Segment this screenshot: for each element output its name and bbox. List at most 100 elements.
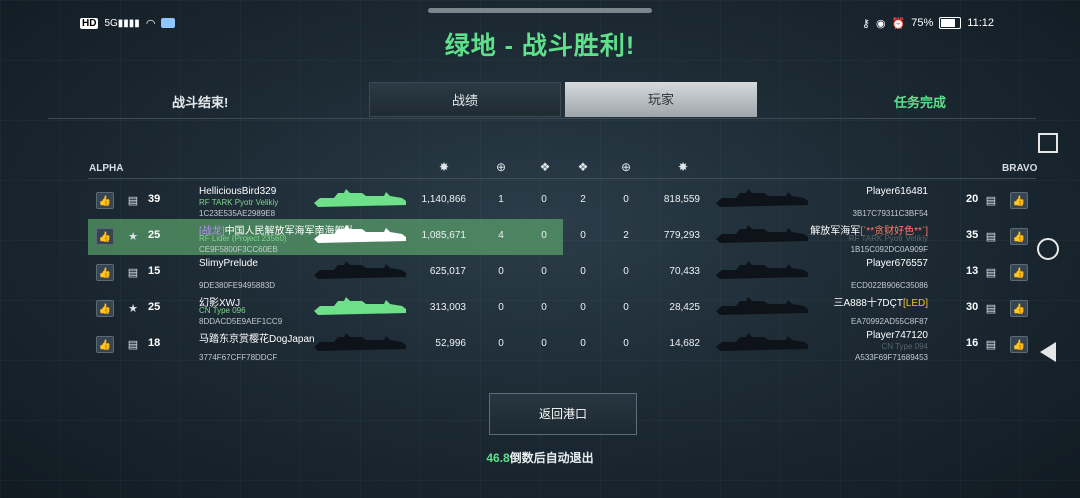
player-level: 18 — [148, 337, 161, 349]
countdown-text: 46.8倒数后自动退出 — [0, 449, 1080, 466]
ship-silhouette — [314, 261, 406, 279]
ship-silhouette — [716, 333, 808, 351]
ship-silhouette — [716, 189, 808, 207]
damage-value: 70,433 — [669, 266, 700, 277]
mission-complete-label[interactable]: 任务完成 — [894, 92, 946, 111]
ship-silhouette — [314, 189, 406, 207]
kills-value: 2 — [623, 230, 629, 241]
player-row: 👍 ▤ 18 马踏东京赏樱花DogJapan 3774F67CFF78DDCF 52,99… — [88, 327, 1036, 363]
player-level: 15 — [148, 265, 161, 277]
nav-home-button[interactable] — [1028, 238, 1068, 260]
like-button[interactable]: 👍 — [96, 336, 114, 353]
nav-back-button[interactable] — [1028, 342, 1068, 362]
damage-icon: ✸ — [438, 160, 450, 174]
kills-value: 0 — [498, 266, 504, 277]
nav-recents-button[interactable] — [1028, 133, 1068, 153]
player-level: 25 — [148, 301, 161, 313]
stat-value: 0 — [541, 230, 547, 241]
shield-icon: ❖ — [539, 160, 551, 174]
ship-silhouette — [716, 297, 808, 315]
ship-name: RF Lider (Project 23560) — [199, 234, 287, 243]
chevron-icon: ▤ — [127, 267, 139, 279]
like-button[interactable]: 👍 — [96, 300, 114, 317]
tab-stats[interactable]: 战绩 — [369, 82, 561, 117]
target-icon: ⊕ — [620, 160, 632, 174]
player-level: 13 — [966, 265, 979, 277]
player-level: 20 — [966, 193, 979, 205]
medal-icon: ▤ — [127, 195, 139, 207]
player-id: EA70992AD55C8F87 — [851, 317, 928, 326]
header-divider — [88, 178, 1036, 179]
player-row: 👍 ★ 25 [战龙]中国人民解放军海军南海舰队 RF Lider (Project 2… — [88, 219, 1036, 255]
like-button[interactable]: 👍 — [1010, 228, 1028, 245]
rank-icon: ▤ — [985, 303, 997, 315]
player-level: 16 — [966, 337, 979, 349]
ship-silhouette — [716, 261, 808, 279]
tab-bar: 战斗结束! 战绩 玩家 任务完成 — [48, 82, 1036, 119]
kills-value: 0 — [623, 194, 629, 205]
stat-value: 0 — [580, 230, 586, 241]
player-id: A533F69F71689453 — [855, 353, 928, 362]
player-id: 3774F67CFF78DDCF — [199, 353, 278, 362]
stars-icon: ★ — [128, 303, 138, 315]
damage-value: 52,996 — [435, 338, 466, 349]
like-button[interactable]: 👍 — [96, 264, 114, 281]
target-icon: ⊕ — [495, 160, 507, 174]
damage-value: 28,425 — [669, 302, 700, 313]
player-id: 1B15C092DC0A909F — [850, 245, 928, 254]
player-row: 👍 ★ 25 幻影XWJ CN Type 096 8DDACD5E9AEF1CC9 313,… — [88, 291, 1036, 327]
kills-value: 4 — [498, 230, 504, 241]
player-name: 马踏东京赏樱花DogJapan — [199, 334, 315, 345]
stat-value: 0 — [580, 302, 586, 313]
player-id: 8DDACD5E9AEF1CC9 — [199, 317, 283, 326]
square-icon — [1038, 133, 1058, 153]
ship-name: CN Type 096 — [199, 306, 246, 315]
team-alpha-label: ALPHA — [89, 163, 124, 174]
ship-silhouette — [716, 225, 808, 243]
like-button[interactable]: 👍 — [1010, 264, 1028, 281]
ship-silhouette — [314, 333, 406, 351]
player-level: 25 — [148, 229, 161, 241]
player-id: ECD022B906C35086 — [851, 281, 928, 290]
page-title: 绿地 - 战斗胜利! — [444, 32, 636, 60]
like-button[interactable]: 👍 — [96, 228, 114, 245]
return-port-button[interactable]: 返回港口 — [489, 393, 637, 435]
damage-value: 625,017 — [429, 266, 466, 277]
notch-handle — [428, 8, 652, 13]
stat-value: 0 — [580, 338, 586, 349]
damage-value: 313,003 — [429, 302, 466, 313]
countdown-value: 46.8 — [486, 451, 510, 465]
player-row: 👍 ▤ 39 HelliciousBird329 RF TARK Pyotr Velik… — [88, 183, 1036, 219]
player-name: HelliciousBird329 — [199, 186, 277, 197]
tab-players[interactable]: 玩家 — [565, 82, 757, 117]
player-row: 👍 ▤ 15 SlimyPrelude 9DE380FE9495883D 625,017 0… — [88, 255, 1036, 291]
damage-value: 1,140,866 — [421, 194, 467, 205]
kills-value: 0 — [623, 338, 629, 349]
player-level: 30 — [966, 301, 979, 313]
stat-value: 2 — [580, 194, 586, 205]
like-button[interactable]: 👍 — [1010, 300, 1028, 317]
ship-silhouette — [314, 297, 406, 315]
stat-value: 0 — [541, 338, 547, 349]
rank-icon: ▤ — [985, 339, 997, 351]
clan-tag: [LED] — [902, 298, 928, 309]
player-name: Player616481 — [866, 186, 928, 197]
player-id: 3B17C79311C3BF54 — [852, 209, 928, 218]
circle-icon — [1037, 238, 1059, 260]
ship-name: RF TARK Pyotr Velikiy — [199, 198, 279, 207]
like-button[interactable]: 👍 — [96, 192, 114, 209]
kills-value: 1 — [498, 194, 504, 205]
kills-value: 0 — [623, 302, 629, 313]
like-button[interactable]: 👍 — [1010, 336, 1028, 353]
kills-value: 0 — [498, 302, 504, 313]
damage-value: 779,293 — [663, 230, 700, 241]
player-name: SlimyPrelude — [199, 258, 258, 269]
kills-value: 0 — [623, 266, 629, 277]
back-icon — [1040, 342, 1056, 362]
damage-value: 818,559 — [663, 194, 700, 205]
ship-name: CN Type 094 — [881, 342, 928, 351]
player-id: 1C23E535AE2989E8 — [199, 209, 276, 218]
player-name: 三A888十7DÇT[LED] — [833, 298, 928, 309]
team-bravo-label: BRAVO — [1002, 163, 1038, 174]
like-button[interactable]: 👍 — [1010, 192, 1028, 209]
